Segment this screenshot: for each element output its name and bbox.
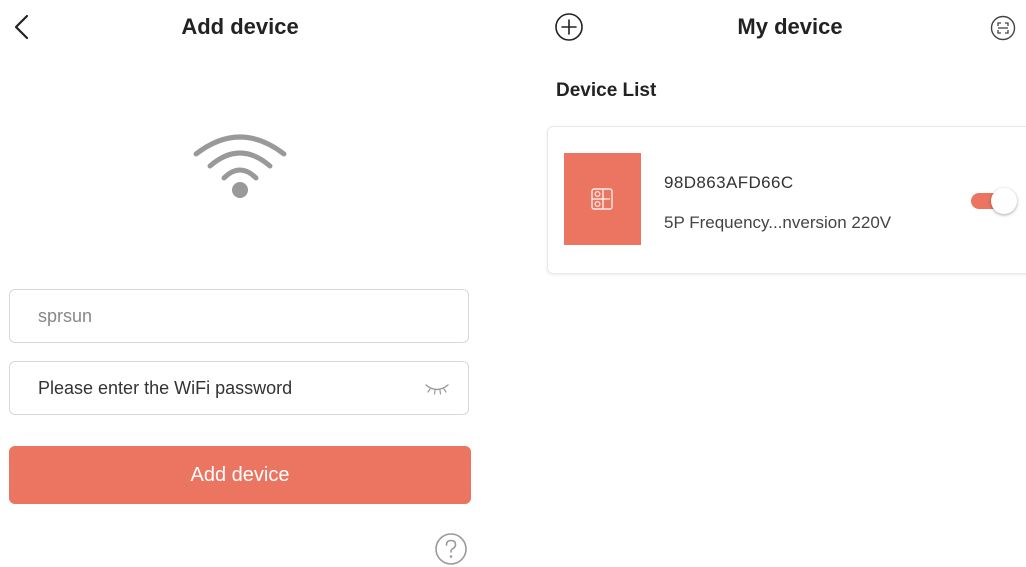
device-id: 98D863AFD66C — [664, 173, 794, 192]
question-circle-icon[interactable] — [434, 532, 468, 566]
wifi-name-field — [9, 289, 469, 343]
device-list-heading: Device List — [556, 80, 657, 101]
device-card[interactable]: 98D863AFD66C 5P Frequency...nversion 220… — [547, 126, 1026, 274]
device-thumbnail — [564, 153, 641, 245]
page-title: Add device — [181, 14, 299, 39]
toggle-knob — [991, 188, 1017, 214]
scan-icon[interactable] — [990, 15, 1016, 41]
add-device-button[interactable]: Add device — [9, 446, 471, 504]
add-device-screen: Add device Add device — [0, 0, 530, 567]
device-panel-icon — [591, 188, 613, 210]
device-power-toggle[interactable] — [971, 188, 1019, 214]
app-screen: Add device Add device — [0, 0, 1026, 567]
wifi-password-input[interactable] — [10, 362, 410, 414]
eye-closed-icon[interactable] — [424, 381, 450, 395]
wifi-icon — [193, 134, 287, 198]
wifi-name-input[interactable] — [10, 290, 410, 342]
wifi-password-field — [9, 361, 469, 415]
page-title: My device — [737, 14, 843, 39]
device-model: 5P Frequency...nversion 220V — [664, 213, 892, 232]
my-device-screen: My device Device List 98D863AFD66C 5P Fr… — [540, 0, 1026, 567]
